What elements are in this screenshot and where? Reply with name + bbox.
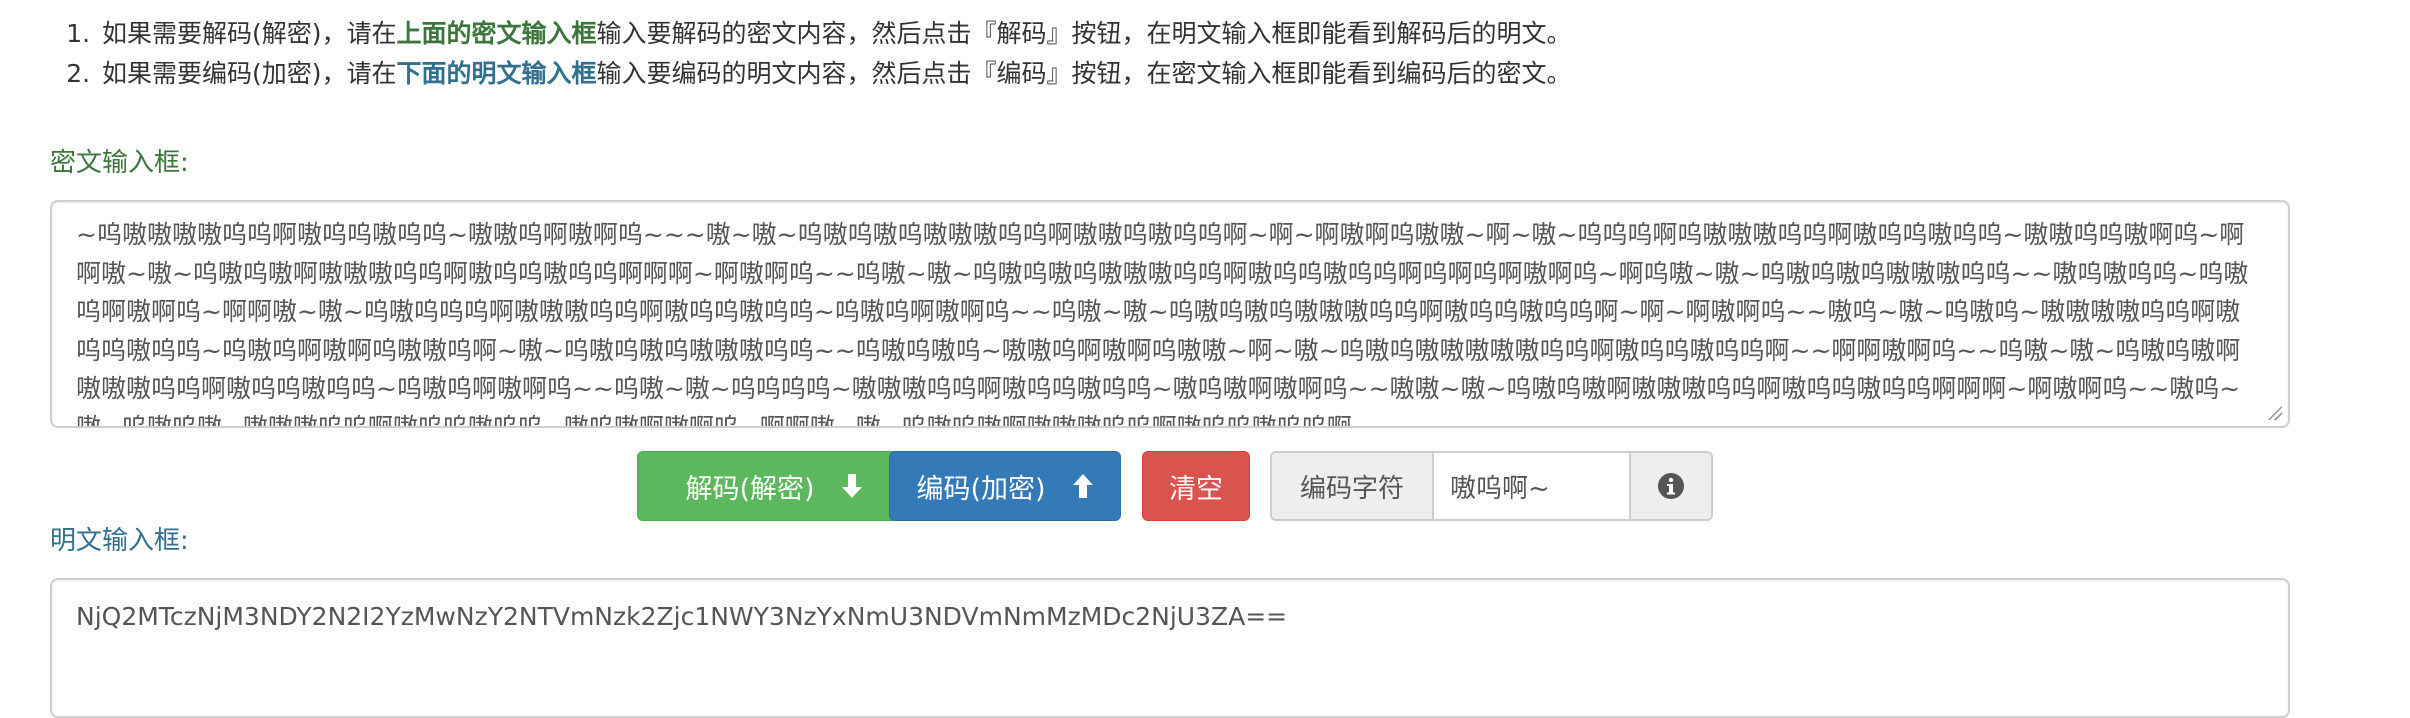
instruction-text: 输入要解码的密文内容，然后点击『解码』按钮，在明文输入框即能看到解码后的明文。 — [596, 19, 1572, 48]
decode-button[interactable]: 解码(解密) — [637, 451, 911, 521]
encode-button-label: 编码(加密) — [916, 473, 1046, 505]
cipher-textarea[interactable]: ~呜嗷嗷嗷嗷呜呜啊嗷呜呜嗷呜呜~嗷嗷呜啊嗷啊呜~~~嗷~嗷~呜嗷呜嗷呜嗷嗷嗷呜呜… — [50, 200, 2290, 428]
decode-button-label: 解码(解密) — [685, 473, 815, 505]
cipher-label: 密文输入框: — [50, 148, 189, 178]
plain-textarea[interactable]: NjQ2MTczNjM3NDY2N2I2YzMwNzY2NTVmNzk2Zjc1… — [50, 578, 2290, 718]
encode-button[interactable]: 编码(加密) — [889, 451, 1121, 521]
instructions-list: 如果需要解码(解密)，请在上面的密文输入框输入要解码的密文内容，然后点击『解码』… — [50, 14, 2398, 94]
instruction-text: 如果需要解码(解密)，请在 — [102, 19, 397, 48]
instruction-highlight: 下面的明文输入框 — [396, 59, 597, 88]
instruction-highlight: 上面的密文输入框 — [396, 19, 597, 48]
cipher-text: ~呜嗷嗷嗷嗷呜呜啊嗷呜呜嗷呜呜~嗷嗷呜啊嗷啊呜~~~嗷~嗷~呜嗷呜嗷呜嗷嗷嗷呜呜… — [76, 220, 2249, 428]
arrow-up-icon — [1072, 473, 1094, 499]
resize-handle-icon[interactable] — [2266, 404, 2282, 420]
instruction-text: 如果需要编码(加密)，请在 — [102, 59, 397, 88]
charset-input[interactable] — [1432, 451, 1631, 521]
clear-button[interactable]: 清空 — [1142, 451, 1250, 521]
instruction-item: 如果需要编码(加密)，请在下面的明文输入框输入要编码的明文内容，然后点击『编码』… — [98, 54, 2398, 94]
clear-button-label: 清空 — [1169, 473, 1223, 505]
plain-text: NjQ2MTczNjM3NDY2N2I2YzMwNzY2NTVmNzk2Zjc1… — [76, 602, 1288, 631]
plain-label: 明文输入框: — [50, 526, 189, 556]
instruction-text: 输入要编码的明文内容，然后点击『编码』按钮，在密文输入框即能看到编码后的密文。 — [596, 59, 1572, 88]
charset-input-group: 编码字符 — [1270, 451, 1713, 521]
info-circle-icon[interactable] — [1631, 451, 1713, 521]
instruction-item: 如果需要解码(解密)，请在上面的密文输入框输入要解码的密文内容，然后点击『解码』… — [98, 14, 2398, 54]
charset-label: 编码字符 — [1270, 451, 1432, 521]
arrow-down-icon — [841, 473, 863, 499]
